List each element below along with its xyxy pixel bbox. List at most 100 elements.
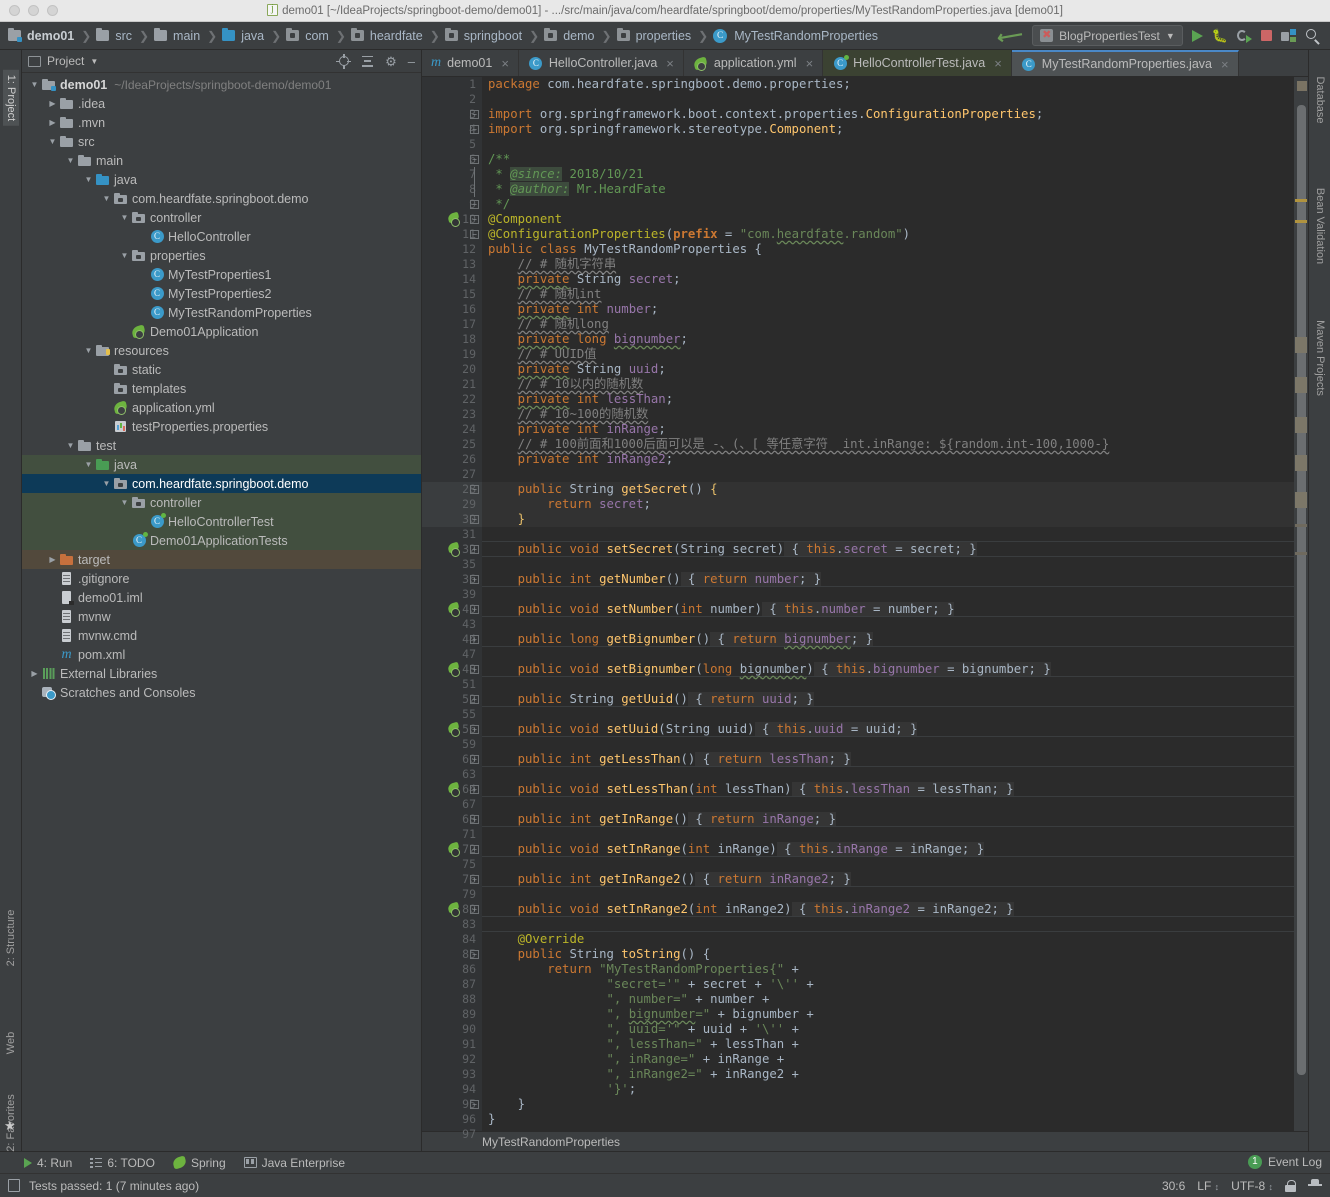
gutter-line[interactable]: 12 [422,242,513,257]
gutter-line[interactable]: 64 + [422,781,482,797]
breadcrumb-item-springboot[interactable]: springboot [444,28,524,43]
tree-node--gitignore[interactable]: .gitignore [22,569,421,588]
gutter-line[interactable]: 80 + [422,901,482,917]
spring-bean-gutter-icon[interactable] [447,601,461,617]
settings-gear-icon[interactable]: ⚙ [385,55,397,68]
code-line[interactable]: private int inRange; [482,422,1294,437]
sidebar-item-structure[interactable]: 2: Structure [3,905,19,972]
code-line[interactable] [482,827,1294,842]
code-line[interactable]: // # 随机int [482,287,1294,302]
code-line[interactable]: public void setBignumber(long bignumber)… [482,662,1294,677]
back-arrow-icon[interactable]: ⟵ [996,23,1025,47]
code-line[interactable]: * @author: Mr.HeardFate [482,182,1294,197]
code-line[interactable]: // # 100前面和1000后面可以是 -、(、[ 等任意字符 int.inR… [482,437,1294,452]
code-line[interactable]: public void setInRange2(int inRange2) { … [482,902,1294,917]
code-line[interactable]: // # 10~100的随机数 [482,407,1294,422]
code-line[interactable]: '}'; [482,1082,1294,1097]
code-line[interactable] [482,797,1294,812]
gutter-line[interactable]: 21 [422,377,482,392]
tree-node-testproperties-properties[interactable]: testProperties.properties [22,417,421,436]
code-line[interactable]: public void setUuid(String uuid) { this.… [482,722,1294,737]
gutter-line[interactable]: 24 [422,422,482,437]
occurrence-stripe-mark[interactable] [1295,492,1307,508]
read-only-lock-icon[interactable] [1285,1179,1296,1192]
code-fold-expand-icon[interactable]: + [470,665,479,674]
chevron-down-icon[interactable]: ▼ [46,137,59,146]
code-line[interactable]: @Component [482,212,1294,227]
chevron-down-icon[interactable]: ▼ [100,479,113,488]
breadcrumb-item-properties[interactable]: properties [616,28,694,43]
tree-node-resources[interactable]: ▼ resources [22,341,421,360]
code-line[interactable]: ", bignumber=" + bignumber + [482,1007,1294,1022]
gutter-line[interactable]: 27 [422,467,482,482]
tree-node-target[interactable]: ▶ target [22,550,421,569]
tree-node-demo01application[interactable]: Demo01Application [22,322,421,341]
gutter-line[interactable]: 14 [422,272,482,287]
code-line[interactable]: public long getBignumber() { return bign… [482,632,1294,647]
tab-hellocontrollertest-java[interactable]: C HelloControllerTest.java × [823,50,1012,76]
breadcrumb-item-demo[interactable]: demo [544,28,596,43]
code-line[interactable]: public int getLessThan() { return lessTh… [482,752,1294,767]
code-line[interactable]: return "MyTestRandomProperties{" + [482,962,1294,977]
tree-node-com-heardfate-springboot-demo[interactable]: ▼ com.heardfate.springboot.demo [22,474,421,493]
occurrence-stripe-mark[interactable] [1295,417,1307,433]
code-fold-collapse-icon[interactable]: − [470,215,479,224]
sidebar-item-project[interactable]: 1: Project [2,69,19,127]
gutter-line[interactable]: 55 [422,707,482,722]
spring-bean-gutter-icon[interactable] [447,841,461,857]
occurrence-stripe-mark[interactable] [1295,524,1307,527]
code-line[interactable] [482,857,1294,872]
gutter-line[interactable]: 23 [422,407,482,422]
gutter-line[interactable]: 97 [422,1127,482,1142]
tree-node-src[interactable]: ▼ src [22,132,421,151]
chevron-down-icon[interactable]: ▼ [90,57,98,66]
gutter-line[interactable]: 67 [422,797,482,812]
code-line[interactable]: /** [482,152,1294,167]
gutter-line[interactable]: 43 [422,617,482,632]
code-line[interactable]: } [482,1112,1294,1127]
gutter-line[interactable]: 96 [422,1112,482,1127]
tree-node-controller[interactable]: ▼ controller [22,208,421,227]
code-fold-expand-icon[interactable]: + [470,725,479,734]
gutter-line[interactable]: 29 [422,497,482,512]
code-fold-expand-icon[interactable]: + [470,905,479,914]
hide-pane-icon[interactable]: – [408,55,415,68]
gutter-line[interactable]: 72 + [422,841,482,857]
chevron-down-icon[interactable]: ▼ [28,80,41,89]
tree-node-controller[interactable]: ▼ controller [22,493,421,512]
tree-node-mytestproperties1[interactable]: C MyTestProperties1 [22,265,421,284]
scrollbar-thumb[interactable] [1297,105,1306,1075]
code-line[interactable]: "secret='" + secret + '\'' + [482,977,1294,992]
spring-bean-gutter-icon[interactable] [447,541,461,557]
event-log-indicator[interactable]: 1 Event Log [1247,1151,1322,1173]
code-line[interactable]: public class MyTestRandomProperties { [482,242,1294,257]
close-icon[interactable]: × [806,56,814,71]
breadcrumb-item-demo01[interactable]: demo01 [8,28,76,43]
spring-bean-gutter-icon[interactable] [447,721,461,737]
gutter-line[interactable]: 7 [422,167,482,182]
tree-node-mvnw-cmd[interactable]: mvnw.cmd [22,626,421,645]
chevron-down-icon[interactable]: ▼ [118,498,131,507]
gutter-line[interactable]: 32 + [422,541,482,557]
code-line[interactable] [482,677,1294,692]
gutter-line[interactable]: 13 [422,257,482,272]
tool-window-run[interactable]: 4: Run [24,1156,72,1170]
tool-window-spring[interactable]: Spring [171,1156,226,1170]
gutter-line[interactable]: 6− [422,152,482,167]
spring-bean-gutter-icon[interactable] [447,211,461,227]
encoding-selector[interactable]: UTF-8 ↕ [1231,1179,1273,1193]
code-line[interactable]: public int getNumber() { return number; … [482,572,1294,587]
code-line[interactable]: } [482,1097,1294,1112]
gutter-line[interactable]: 68 + [422,812,482,827]
code-line[interactable] [482,1127,1294,1131]
code-line[interactable]: package com.heardfate.springboot.demo.pr… [482,77,1294,92]
tree-node--idea[interactable]: ▶ .idea [22,94,421,113]
gutter-line[interactable]: 90 [422,1022,482,1037]
favorites-star-icon[interactable]: ★ [4,1118,16,1134]
close-icon[interactable]: × [994,56,1002,71]
code-fold-collapse-icon[interactable]: − [470,155,479,164]
code-line[interactable]: import org.springframework.stereotype.Co… [482,122,1294,137]
gutter-line[interactable]: 60 + [422,752,482,767]
gutter-line[interactable]: 44 + [422,632,482,647]
code-line[interactable]: public void setNumber(int number) { this… [482,602,1294,617]
